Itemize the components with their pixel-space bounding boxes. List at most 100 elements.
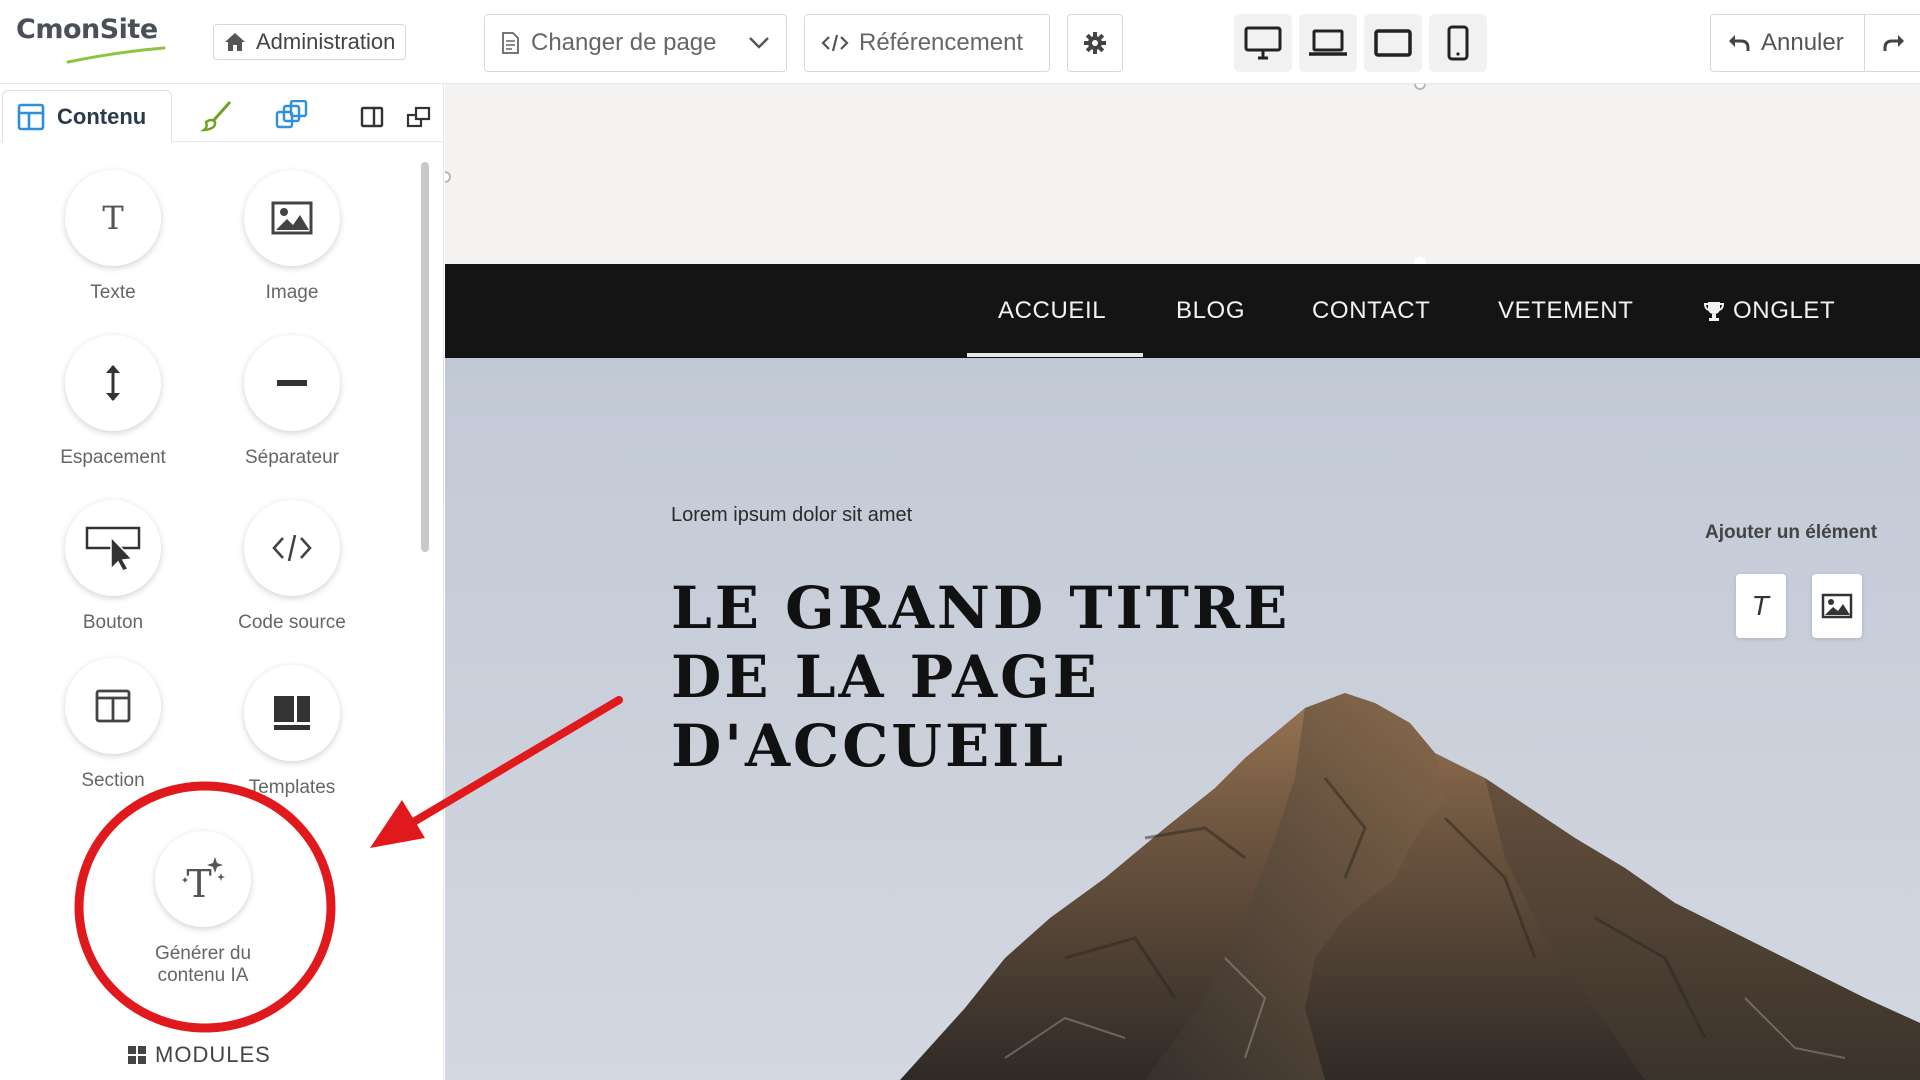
tool-spacing-label: Espacement: [60, 447, 166, 468]
nav-item-blog[interactable]: BLOG: [1176, 264, 1245, 358]
add-text-element-button[interactable]: T: [1736, 574, 1786, 638]
nav-item-contact[interactable]: CONTACT: [1312, 264, 1430, 358]
tool-templates-circle: [244, 665, 340, 761]
panel-layout-icon[interactable]: [360, 106, 384, 128]
chevron-down-icon: [749, 37, 769, 49]
gear-icon: [1084, 32, 1106, 54]
sidebar-tabs: Contenu: [0, 90, 444, 142]
detach-panel-icon[interactable]: [406, 106, 432, 128]
undo-icon: [1729, 35, 1750, 51]
change-page-dropdown[interactable]: Changer de page: [484, 14, 787, 72]
tool-button-circle: [65, 500, 161, 596]
layout-icon: [17, 103, 45, 130]
grid-icon: [128, 1046, 146, 1064]
undo-button[interactable]: Annuler: [1710, 14, 1864, 72]
logo-swoosh-icon: [66, 46, 166, 64]
button-cursor-icon: [85, 526, 141, 571]
logo-text: CmonSite: [16, 14, 158, 45]
image-icon: [271, 201, 313, 235]
seo-button[interactable]: Référencement: [804, 14, 1050, 72]
ai-text-icon: T: [182, 857, 225, 905]
page-icon: [502, 32, 519, 54]
change-page-label: Changer de page: [531, 29, 717, 56]
site-navbar: ACCUEIL BLOG CONTACT VETEMENT ONGLET: [445, 264, 1920, 358]
seo-label: Référencement: [859, 29, 1024, 56]
redo-button[interactable]: [1864, 14, 1920, 72]
svg-text:T: T: [186, 862, 211, 905]
tool-image-label: Image: [265, 282, 319, 303]
image-icon: [1821, 593, 1853, 619]
tool-button-label: Bouton: [82, 612, 144, 633]
settings-button[interactable]: [1067, 14, 1123, 72]
tool-text[interactable]: T Texte: [33, 170, 193, 304]
undo-label: Annuler: [1761, 29, 1844, 56]
tool-code-circle: [244, 500, 340, 596]
mobile-view-button[interactable]: [1429, 14, 1487, 72]
tool-spacing-circle: [65, 335, 161, 431]
active-nav-underline: [967, 353, 1143, 357]
hero-title-line-1: LE GRAND TITRE: [671, 574, 1291, 642]
tool-image-circle: [244, 170, 340, 266]
tool-separator[interactable]: Séparateur: [212, 335, 372, 469]
templates-icon: [274, 696, 310, 730]
spacing-icon: [106, 365, 120, 401]
laptop-icon: [1309, 29, 1347, 56]
desktop-icon: [1244, 26, 1282, 60]
sidebar-scrollbar[interactable]: [421, 162, 429, 552]
hero-title-line-3: D'ACCUEIL: [671, 712, 1067, 780]
hero-subtitle[interactable]: Lorem ipsum dolor sit amet: [671, 504, 912, 527]
svg-text:T: T: [1753, 592, 1771, 620]
top-toolbar: CmonSite Administration Changer de page …: [0, 0, 1920, 84]
text-icon: T: [102, 201, 124, 235]
mobile-icon: [1447, 25, 1469, 61]
nav-item-vetement-label: VETEMENT: [1498, 297, 1634, 324]
tool-code-label: Code source: [238, 612, 346, 633]
tool-image[interactable]: Image: [212, 170, 372, 304]
home-icon: [225, 33, 245, 51]
tab-design-brush-icon[interactable]: [200, 100, 234, 132]
tool-templates-label: Templates: [248, 777, 336, 798]
tool-button[interactable]: Bouton: [33, 500, 193, 634]
code-icon: [272, 534, 312, 562]
section-icon: [95, 689, 131, 723]
tool-ai-generate-label: Générer du contenu IA: [154, 943, 252, 986]
tab-content[interactable]: Contenu: [2, 90, 172, 142]
tool-text-label: Texte: [90, 282, 136, 303]
redo-icon: [1883, 35, 1904, 51]
tool-text-circle: T: [65, 170, 161, 266]
tablet-view-button[interactable]: [1364, 14, 1422, 72]
modules-label: MODULES: [155, 1042, 271, 1067]
svg-text:T: T: [102, 201, 124, 235]
tool-ai-generate-circle: T: [155, 831, 251, 927]
trophy-icon: [1703, 302, 1725, 321]
tab-blocks-icon[interactable]: [274, 100, 308, 132]
tool-separator-circle: [244, 335, 340, 431]
hero-title[interactable]: LE GRAND TITRE DE LA PAGE D'ACCUEIL: [671, 574, 1311, 781]
nav-item-accueil[interactable]: ACCUEIL: [998, 264, 1106, 358]
cmonsite-logo[interactable]: CmonSite: [16, 14, 166, 64]
laptop-view-button[interactable]: [1299, 14, 1357, 72]
administration-button[interactable]: Administration: [213, 24, 407, 60]
nav-item-onglet[interactable]: ONGLET: [1703, 264, 1835, 358]
left-sidebar: Contenu T Texte Image Espacement Séparat…: [0, 84, 444, 1080]
add-element-label: Ajouter un élément: [1705, 522, 1878, 543]
header-section[interactable]: [445, 84, 1920, 264]
code-icon: [821, 34, 849, 52]
tool-section-label: Section: [81, 770, 145, 791]
tool-code[interactable]: Code source: [212, 500, 372, 634]
tool-ai-generate[interactable]: T Générer du contenu IA: [123, 831, 283, 987]
nav-item-onglet-label: ONGLET: [1733, 297, 1836, 324]
tab-content-label: Contenu: [57, 103, 147, 129]
hero-title-line-2: DE LA PAGE: [671, 643, 1100, 711]
add-image-element-button[interactable]: [1812, 574, 1862, 638]
administration-label: Administration: [256, 29, 396, 54]
modules-link[interactable]: MODULES: [127, 1042, 271, 1068]
nav-item-vetement[interactable]: VETEMENT: [1498, 264, 1633, 358]
tablet-icon: [1374, 29, 1412, 57]
tool-section-circle: [65, 658, 161, 754]
tool-section[interactable]: Section: [33, 658, 193, 792]
tool-spacing[interactable]: Espacement: [33, 335, 193, 469]
tool-templates[interactable]: Templates: [212, 665, 372, 799]
italic-text-icon: T: [1753, 592, 1771, 620]
desktop-view-button[interactable]: [1234, 14, 1292, 72]
